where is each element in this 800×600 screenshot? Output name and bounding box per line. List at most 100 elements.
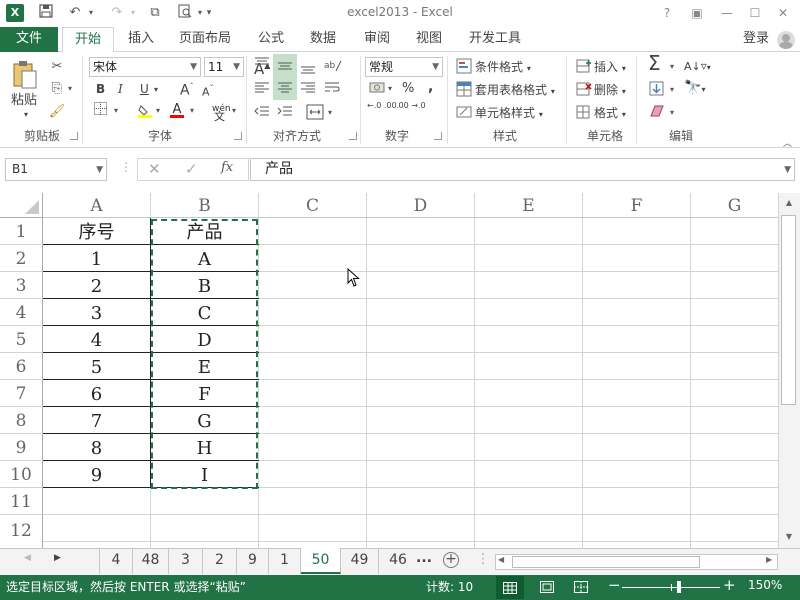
cut-icon[interactable]: ✂: [48, 58, 66, 76]
alignment-launcher-icon[interactable]: [349, 132, 357, 140]
cell-a7[interactable]: 6: [43, 381, 150, 407]
conditional-format-button[interactable]: 条件格式 ▾: [475, 58, 531, 78]
tab-split-handle-icon[interactable]: ⋮: [476, 551, 490, 567]
maximize-icon[interactable]: ☐: [744, 3, 766, 23]
increase-decimal-button[interactable]: ←.0 .00: [367, 101, 397, 110]
sheet-tab[interactable]: 46: [379, 548, 417, 574]
tab-insert[interactable]: 插入: [118, 27, 164, 52]
sheet-tab[interactable]: 3: [169, 548, 203, 574]
delete-cells-icon[interactable]: [576, 81, 592, 100]
sheet-tab[interactable]: 4: [99, 548, 133, 574]
increase-indent-icon[interactable]: [277, 105, 293, 122]
column-header-a[interactable]: A: [43, 193, 151, 218]
borders-icon[interactable]: [92, 102, 108, 121]
sheet-tab[interactable]: 2: [203, 548, 237, 574]
middle-align-icon[interactable]: [277, 59, 293, 76]
tab-data[interactable]: 数据: [300, 27, 346, 52]
fill-color-icon[interactable]: [138, 104, 152, 118]
tab-file[interactable]: 文件: [0, 27, 58, 52]
conditional-format-icon[interactable]: [456, 58, 472, 77]
row-header-2[interactable]: 2: [0, 245, 43, 272]
fill-dropdown-icon[interactable]: ▾: [668, 81, 676, 99]
column-header-f[interactable]: F: [583, 193, 691, 218]
format-as-table-button[interactable]: 套用表格格式 ▾: [475, 81, 555, 101]
scroll-right-icon[interactable]: ▶: [766, 555, 772, 564]
scroll-left-icon[interactable]: ◀: [498, 555, 504, 564]
format-cells-icon[interactable]: [576, 104, 592, 123]
zoom-slider-thumb[interactable]: [677, 581, 681, 593]
tab-review[interactable]: 审阅: [354, 27, 400, 52]
font-family-select[interactable]: 宋体 ▼: [89, 57, 201, 77]
wrap-text-icon[interactable]: [324, 81, 340, 98]
cancel-entry-icon[interactable]: ✕: [148, 160, 161, 178]
insert-cells-icon[interactable]: [576, 58, 592, 77]
delete-cells-button[interactable]: 删除 ▾: [594, 81, 626, 101]
row-header-3[interactable]: 3: [0, 272, 43, 299]
sheet-tab[interactable]: 9: [237, 548, 269, 574]
tab-view[interactable]: 视图: [406, 27, 452, 52]
cell-styles-button[interactable]: 单元格样式 ▾: [475, 104, 543, 124]
cell-a3[interactable]: 2: [43, 273, 150, 299]
font-size-select[interactable]: 11 ▼: [204, 57, 244, 77]
sheet-tab[interactable]: 49: [341, 548, 379, 574]
align-center-icon[interactable]: [277, 81, 293, 98]
tab-page-layout[interactable]: 页面布局: [172, 27, 238, 52]
cell-a10[interactable]: 9: [43, 462, 150, 488]
page-break-view-icon[interactable]: [574, 581, 588, 596]
font-launcher-icon[interactable]: [234, 132, 242, 140]
bottom-align-icon[interactable]: [300, 60, 316, 77]
format-as-table-icon[interactable]: [456, 81, 472, 100]
sheet-tab-active[interactable]: 50: [301, 548, 341, 574]
underline-button[interactable]: U: [140, 80, 149, 98]
cell-a8[interactable]: 7: [43, 408, 150, 434]
cell-a1[interactable]: 序号: [43, 219, 150, 245]
font-color-icon[interactable]: A: [170, 102, 184, 118]
percent-style-button[interactable]: %: [402, 80, 414, 98]
row-header-10[interactable]: 10: [0, 461, 43, 488]
format-cells-button[interactable]: 格式 ▾: [594, 104, 626, 124]
zoom-in-icon[interactable]: +: [723, 576, 736, 594]
tab-developer[interactable]: 开发工具: [460, 27, 530, 52]
merge-center-icon[interactable]: [306, 104, 324, 123]
cell-styles-icon[interactable]: [456, 104, 472, 123]
column-header-e[interactable]: E: [475, 193, 583, 218]
zoom-level[interactable]: 150%: [748, 578, 782, 592]
font-color-dropdown-icon[interactable]: ▾: [188, 102, 196, 120]
tab-home[interactable]: 开始: [62, 27, 114, 53]
sheet-tab[interactable]: 48: [133, 548, 169, 574]
orientation-icon[interactable]: ab: [324, 57, 342, 76]
confirm-entry-icon[interactable]: ✓: [185, 160, 198, 178]
scroll-up-icon[interactable]: ▲: [780, 195, 798, 211]
phonetic-dropdown-icon[interactable]: ▾: [230, 102, 238, 120]
cell-a5[interactable]: 4: [43, 327, 150, 353]
comma-style-button[interactable]: ,: [428, 78, 433, 96]
decrease-decimal-button[interactable]: .00 →.0: [396, 101, 426, 110]
align-left-icon[interactable]: [254, 81, 270, 98]
formula-input[interactable]: 产品 ▼: [250, 158, 795, 181]
row-header-7[interactable]: 7: [0, 380, 43, 407]
cell-a9[interactable]: 8: [43, 435, 150, 461]
scroll-tabs-right-icon[interactable]: ▶: [54, 553, 61, 563]
scroll-down-icon[interactable]: ▼: [780, 529, 798, 545]
paste-dropdown-icon[interactable]: ▾: [24, 106, 28, 124]
row-header-8[interactable]: 8: [0, 407, 43, 434]
bold-button[interactable]: B: [96, 80, 105, 98]
new-sheet-icon[interactable]: +: [443, 552, 459, 568]
zoom-out-icon[interactable]: −: [608, 576, 621, 594]
insert-cells-button[interactable]: 插入 ▾: [594, 58, 626, 78]
more-sheets-button[interactable]: ...: [416, 550, 432, 566]
cell-a6[interactable]: 5: [43, 354, 150, 380]
row-header-5[interactable]: 5: [0, 326, 43, 353]
minimize-icon[interactable]: —: [716, 3, 738, 23]
insert-function-icon[interactable]: fx: [221, 160, 233, 175]
sheet-tab[interactable]: 1: [269, 548, 301, 574]
grow-font-button[interactable]: Aˆ: [180, 78, 194, 100]
number-format-select[interactable]: 常规 ▼: [365, 57, 443, 77]
name-box[interactable]: B1 ▼: [5, 158, 107, 181]
row-header-1[interactable]: 1: [0, 218, 43, 245]
row-header-4[interactable]: 4: [0, 299, 43, 326]
underline-dropdown-icon[interactable]: ▾: [154, 81, 158, 99]
avatar[interactable]: [777, 31, 795, 49]
page-layout-view-icon[interactable]: [540, 581, 554, 596]
fill-color-dropdown-icon[interactable]: ▾: [154, 102, 162, 120]
